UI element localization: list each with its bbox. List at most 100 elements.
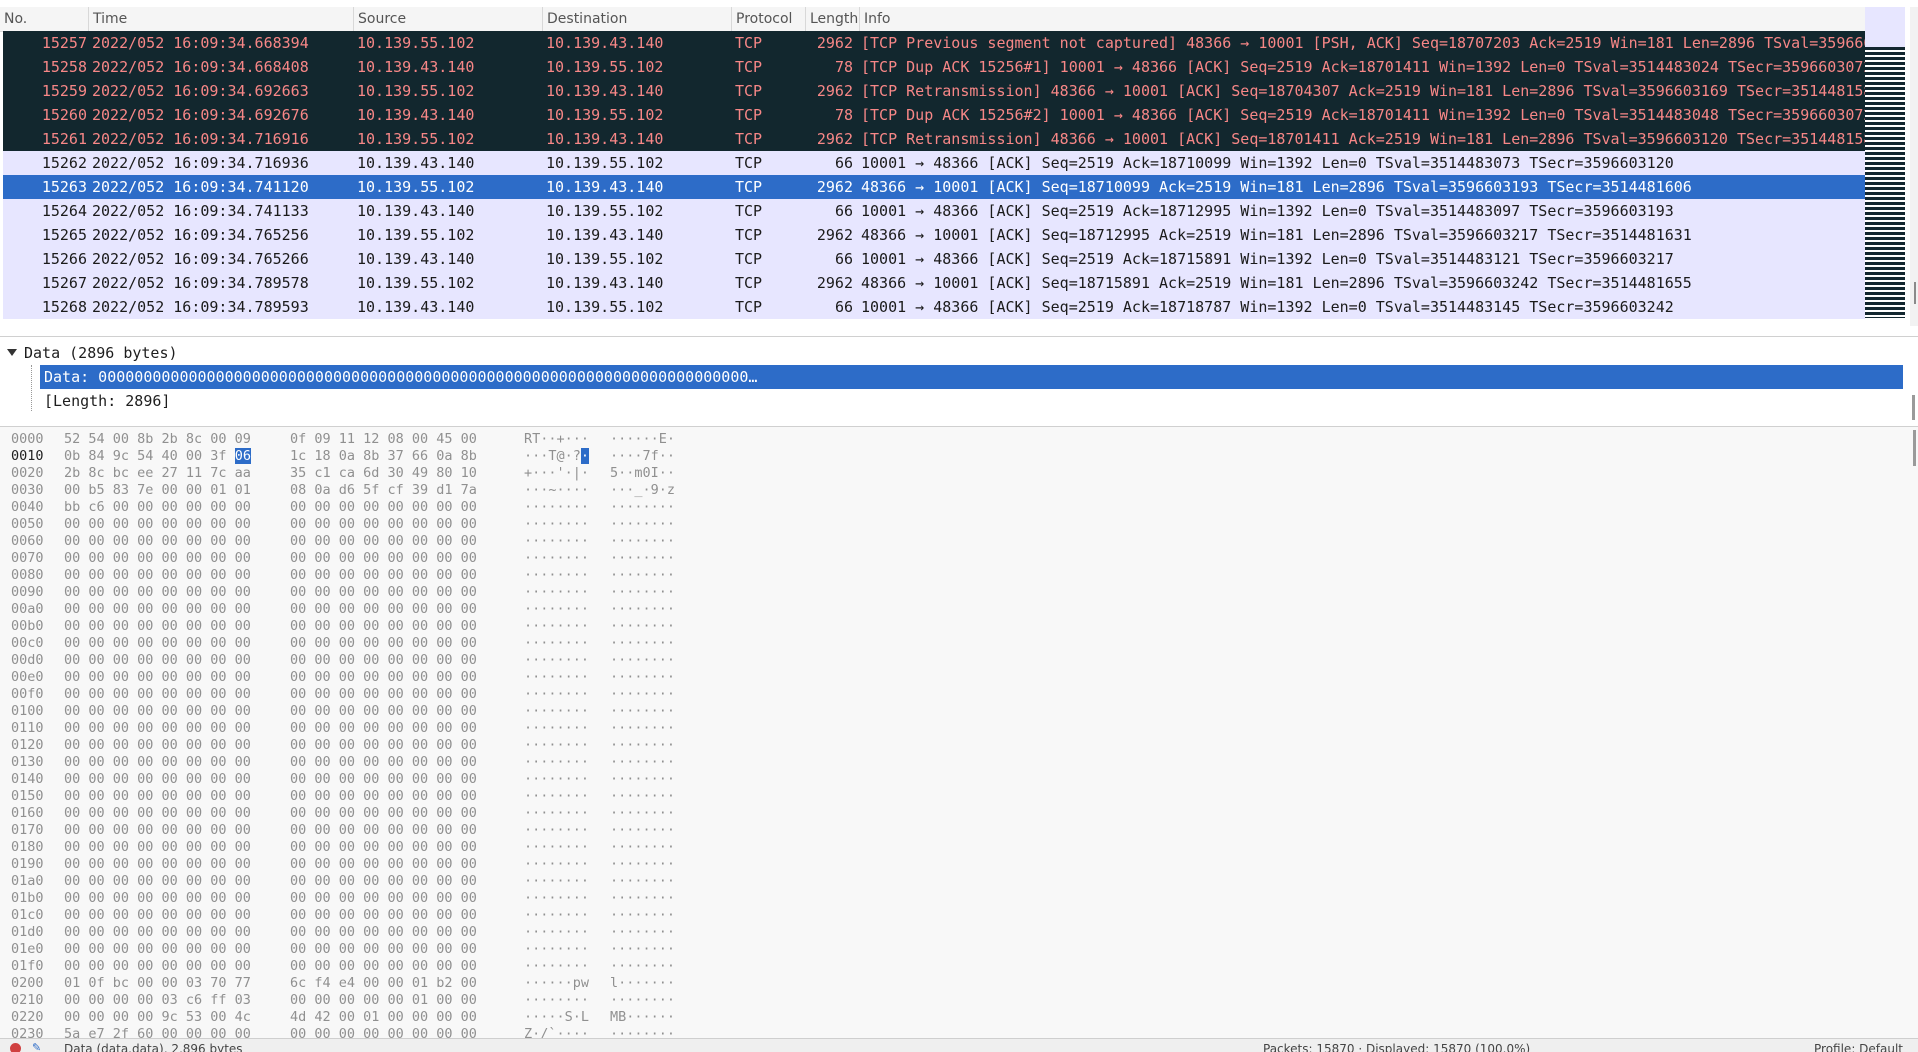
hex-bytes-right: 00 00 00 00 00 00 00 00: [290, 890, 477, 906]
hex-row[interactable]: 0220 00 00 00 00 9c 53 00 4c 4d 42 00 01 0…: [0, 1009, 1918, 1026]
hex-row[interactable]: 0100 00 00 00 00 00 00 00 00 00 00 00 00 0…: [0, 703, 1918, 720]
packet-destination: 10.139.55.102: [546, 58, 664, 76]
hex-row[interactable]: 01f0 00 00 00 00 00 00 00 00 00 00 00 00 0…: [0, 958, 1918, 975]
hex-bytes-left: 00 00 00 00 00 00 00 00: [64, 652, 251, 668]
hex-row[interactable]: 0070 00 00 00 00 00 00 00 00 00 00 00 00 0…: [0, 550, 1918, 567]
ascii-left: ········: [524, 703, 590, 719]
hex-bytes-left: 00 00 00 00 00 00 00 00: [64, 550, 251, 566]
hex-row[interactable]: 00a0 00 00 00 00 00 00 00 00 00 00 00 00 0…: [0, 601, 1918, 618]
packet-number: 15262: [41, 154, 87, 172]
column-header-protocol[interactable]: Protocol: [732, 7, 806, 31]
length-field[interactable]: [Length: 2896]: [44, 389, 170, 413]
hex-row[interactable]: 0020 2b 8c bc ee 27 11 7c aa 35 c1 ca 6d 3…: [0, 465, 1918, 482]
packet-info: 10001 → 48366 [ACK] Seq=2519 Ack=1871878…: [861, 298, 1674, 316]
ascii-right: ····7f··: [610, 448, 676, 464]
edit-comment-icon[interactable]: ✎: [32, 1041, 44, 1052]
packet-row[interactable]: 15268 2022/052 16:09:34.789593 10.139.43.1…: [3, 295, 1865, 319]
hex-row[interactable]: 0120 00 00 00 00 00 00 00 00 00 00 00 00 0…: [0, 737, 1918, 754]
packet-length: 78: [834, 106, 853, 124]
hex-bytes-left: 00 00 00 00 00 00 00 00: [64, 839, 251, 855]
hex-row[interactable]: 0160 00 00 00 00 00 00 00 00 00 00 00 00 0…: [0, 805, 1918, 822]
column-header-length[interactable]: Length: [806, 7, 860, 31]
packet-list-scroll-thumb[interactable]: [1914, 282, 1916, 304]
packet-row[interactable]: 15265 2022/052 16:09:34.765256 10.139.55.1…: [3, 223, 1865, 247]
hex-bytes-left: 00 00 00 00 00 00 00 00: [64, 618, 251, 634]
hex-row[interactable]: 00c0 00 00 00 00 00 00 00 00 00 00 00 00 0…: [0, 635, 1918, 652]
packet-source: 10.139.55.102: [357, 130, 475, 148]
hex-row[interactable]: 0130 00 00 00 00 00 00 00 00 00 00 00 00 0…: [0, 754, 1918, 771]
hex-bytes-right: 00 00 00 00 00 00 00 00: [290, 856, 477, 872]
hex-bytes-right: 00 00 00 00 00 00 00 00: [290, 601, 477, 617]
packet-list-vertical-scrollbar[interactable]: [1910, 7, 1918, 326]
packet-row-selected[interactable]: 15263 2022/052 16:09:34.741120 10.139.55.1…: [3, 175, 1865, 199]
hex-row[interactable]: 0150 00 00 00 00 00 00 00 00 00 00 00 00 0…: [0, 788, 1918, 805]
hex-row[interactable]: 01a0 00 00 00 00 00 00 00 00 00 00 00 00 0…: [0, 873, 1918, 890]
hex-row[interactable]: 01c0 00 00 00 00 00 00 00 00 00 00 00 00 0…: [0, 907, 1918, 924]
packet-row[interactable]: 15262 2022/052 16:09:34.716936 10.139.43.1…: [3, 151, 1865, 175]
hex-row[interactable]: 0080 00 00 00 00 00 00 00 00 00 00 00 00 0…: [0, 567, 1918, 584]
column-header-destination[interactable]: Destination: [543, 7, 732, 31]
packet-list-header: No. Time Source Destination Protocol Len…: [0, 7, 1865, 32]
selected-byte[interactable]: 06: [234, 448, 251, 464]
hex-bytes-left: 00 00 00 00 00 00 00 00: [64, 924, 251, 940]
ascii-right: ········: [610, 635, 676, 651]
packet-row[interactable]: 15259 2022/052 16:09:34.692663 10.139.55.1…: [3, 79, 1865, 103]
packet-row[interactable]: 15260 2022/052 16:09:34.692676 10.139.43.1…: [3, 103, 1865, 127]
hex-bytes-left: 00 00 00 00 00 00 00 00: [64, 737, 251, 753]
data-field-selected[interactable]: Data: 0000000000000000000000000000000000…: [40, 365, 1903, 389]
selected-ascii-char[interactable]: ·: [580, 448, 590, 464]
packet-info: [TCP Dup ACK 15256#1] 10001 → 48366 [ACK…: [861, 58, 1865, 76]
hex-row[interactable]: 0000 52 54 00 8b 2b 8c 00 09 0f 09 11 12 0…: [0, 431, 1918, 448]
packet-number: 15259: [41, 82, 87, 100]
packet-row[interactable]: 15266 2022/052 16:09:34.765266 10.139.43.1…: [3, 247, 1865, 271]
packet-row[interactable]: 15258 2022/052 16:09:34.668408 10.139.43.1…: [3, 55, 1865, 79]
expand-triangle-icon[interactable]: [7, 349, 17, 356]
hex-row[interactable]: 01d0 00 00 00 00 00 00 00 00 00 00 00 00 0…: [0, 924, 1918, 941]
column-header-no[interactable]: No.: [0, 7, 89, 31]
hex-row[interactable]: 0190 00 00 00 00 00 00 00 00 00 00 00 00 0…: [0, 856, 1918, 873]
hex-dump-pane[interactable]: 0000 52 54 00 8b 2b 8c 00 09 0f 09 11 12 0…: [0, 426, 1918, 1039]
ascii-right: MB······: [610, 1009, 676, 1025]
hex-row[interactable]: 00f0 00 00 00 00 00 00 00 00 00 00 00 00 0…: [0, 686, 1918, 703]
hex-row[interactable]: 0010 0b 84 9c 54 40 00 3f 06 1c 18 0a 8b 3…: [0, 448, 1918, 465]
details-scroll-thumb[interactable]: [1912, 395, 1915, 420]
ascii-right: ········: [610, 890, 676, 906]
packet-row[interactable]: 15267 2022/052 16:09:34.789578 10.139.55.1…: [3, 271, 1865, 295]
hex-row[interactable]: 0200 01 0f bc 00 00 03 70 77 6c f4 e4 00 0…: [0, 975, 1918, 992]
hex-row[interactable]: 0210 00 00 00 00 03 c6 ff 03 00 00 00 00 0…: [0, 992, 1918, 1009]
ascii-left: ········: [524, 601, 590, 617]
hex-row[interactable]: 01e0 00 00 00 00 00 00 00 00 00 00 00 00 0…: [0, 941, 1918, 958]
ascii-right: ········: [610, 839, 676, 855]
hex-row[interactable]: 0110 00 00 00 00 00 00 00 00 00 00 00 00 0…: [0, 720, 1918, 737]
ascii-left: ········: [524, 873, 590, 889]
hex-offset: 0080: [11, 567, 44, 583]
packet-time: 2022/052 16:09:34.765266: [92, 250, 309, 268]
packet-number: 15263: [41, 178, 87, 196]
hex-row[interactable]: 0140 00 00 00 00 00 00 00 00 00 00 00 00 0…: [0, 771, 1918, 788]
hex-row[interactable]: 0030 00 b5 83 7e 00 00 01 01 08 0a d6 5f c…: [0, 482, 1918, 499]
packet-details-pane[interactable]: Data (2896 bytes) Data: 0000000000000000…: [0, 336, 1918, 427]
packet-minimap[interactable]: [1865, 7, 1905, 318]
hex-row[interactable]: 0040 bb c6 00 00 00 00 00 00 00 00 00 00 0…: [0, 499, 1918, 516]
column-header-info[interactable]: Info: [860, 7, 1865, 31]
hex-row[interactable]: 0180 00 00 00 00 00 00 00 00 00 00 00 00 0…: [0, 839, 1918, 856]
hex-row[interactable]: 0090 00 00 00 00 00 00 00 00 00 00 00 00 0…: [0, 584, 1918, 601]
hex-scroll-thumb[interactable]: [1913, 430, 1916, 466]
column-header-source[interactable]: Source: [354, 7, 543, 31]
packet-row[interactable]: 15257 2022/052 16:09:34.668394 10.139.55.1…: [3, 31, 1865, 55]
hex-row[interactable]: 00b0 00 00 00 00 00 00 00 00 00 00 00 00 0…: [0, 618, 1918, 635]
packet-row[interactable]: 15264 2022/052 16:09:34.741133 10.139.43.1…: [3, 199, 1865, 223]
packet-row[interactable]: 15261 2022/052 16:09:34.716916 10.139.55.1…: [3, 127, 1865, 151]
packet-source: 10.139.55.102: [357, 34, 475, 52]
hex-bytes-left: 00 00 00 00 00 00 00 00: [64, 516, 251, 532]
column-header-time[interactable]: Time: [89, 7, 354, 31]
hex-row[interactable]: 01b0 00 00 00 00 00 00 00 00 00 00 00 00 0…: [0, 890, 1918, 907]
hex-row[interactable]: 00d0 00 00 00 00 00 00 00 00 00 00 00 00 0…: [0, 652, 1918, 669]
hex-row[interactable]: 0170 00 00 00 00 00 00 00 00 00 00 00 00 0…: [0, 822, 1918, 839]
hex-row[interactable]: 00e0 00 00 00 00 00 00 00 00 00 00 00 00 0…: [0, 669, 1918, 686]
hex-row[interactable]: 0050 00 00 00 00 00 00 00 00 00 00 00 00 0…: [0, 516, 1918, 533]
data-tree-node[interactable]: Data (2896 bytes): [24, 341, 178, 365]
packet-list-pane[interactable]: No. Time Source Destination Protocol Len…: [0, 0, 1918, 326]
hex-row[interactable]: 0060 00 00 00 00 00 00 00 00 00 00 00 00 0…: [0, 533, 1918, 550]
hex-bytes-right: 00 00 00 00 00 00 00 00: [290, 924, 477, 940]
